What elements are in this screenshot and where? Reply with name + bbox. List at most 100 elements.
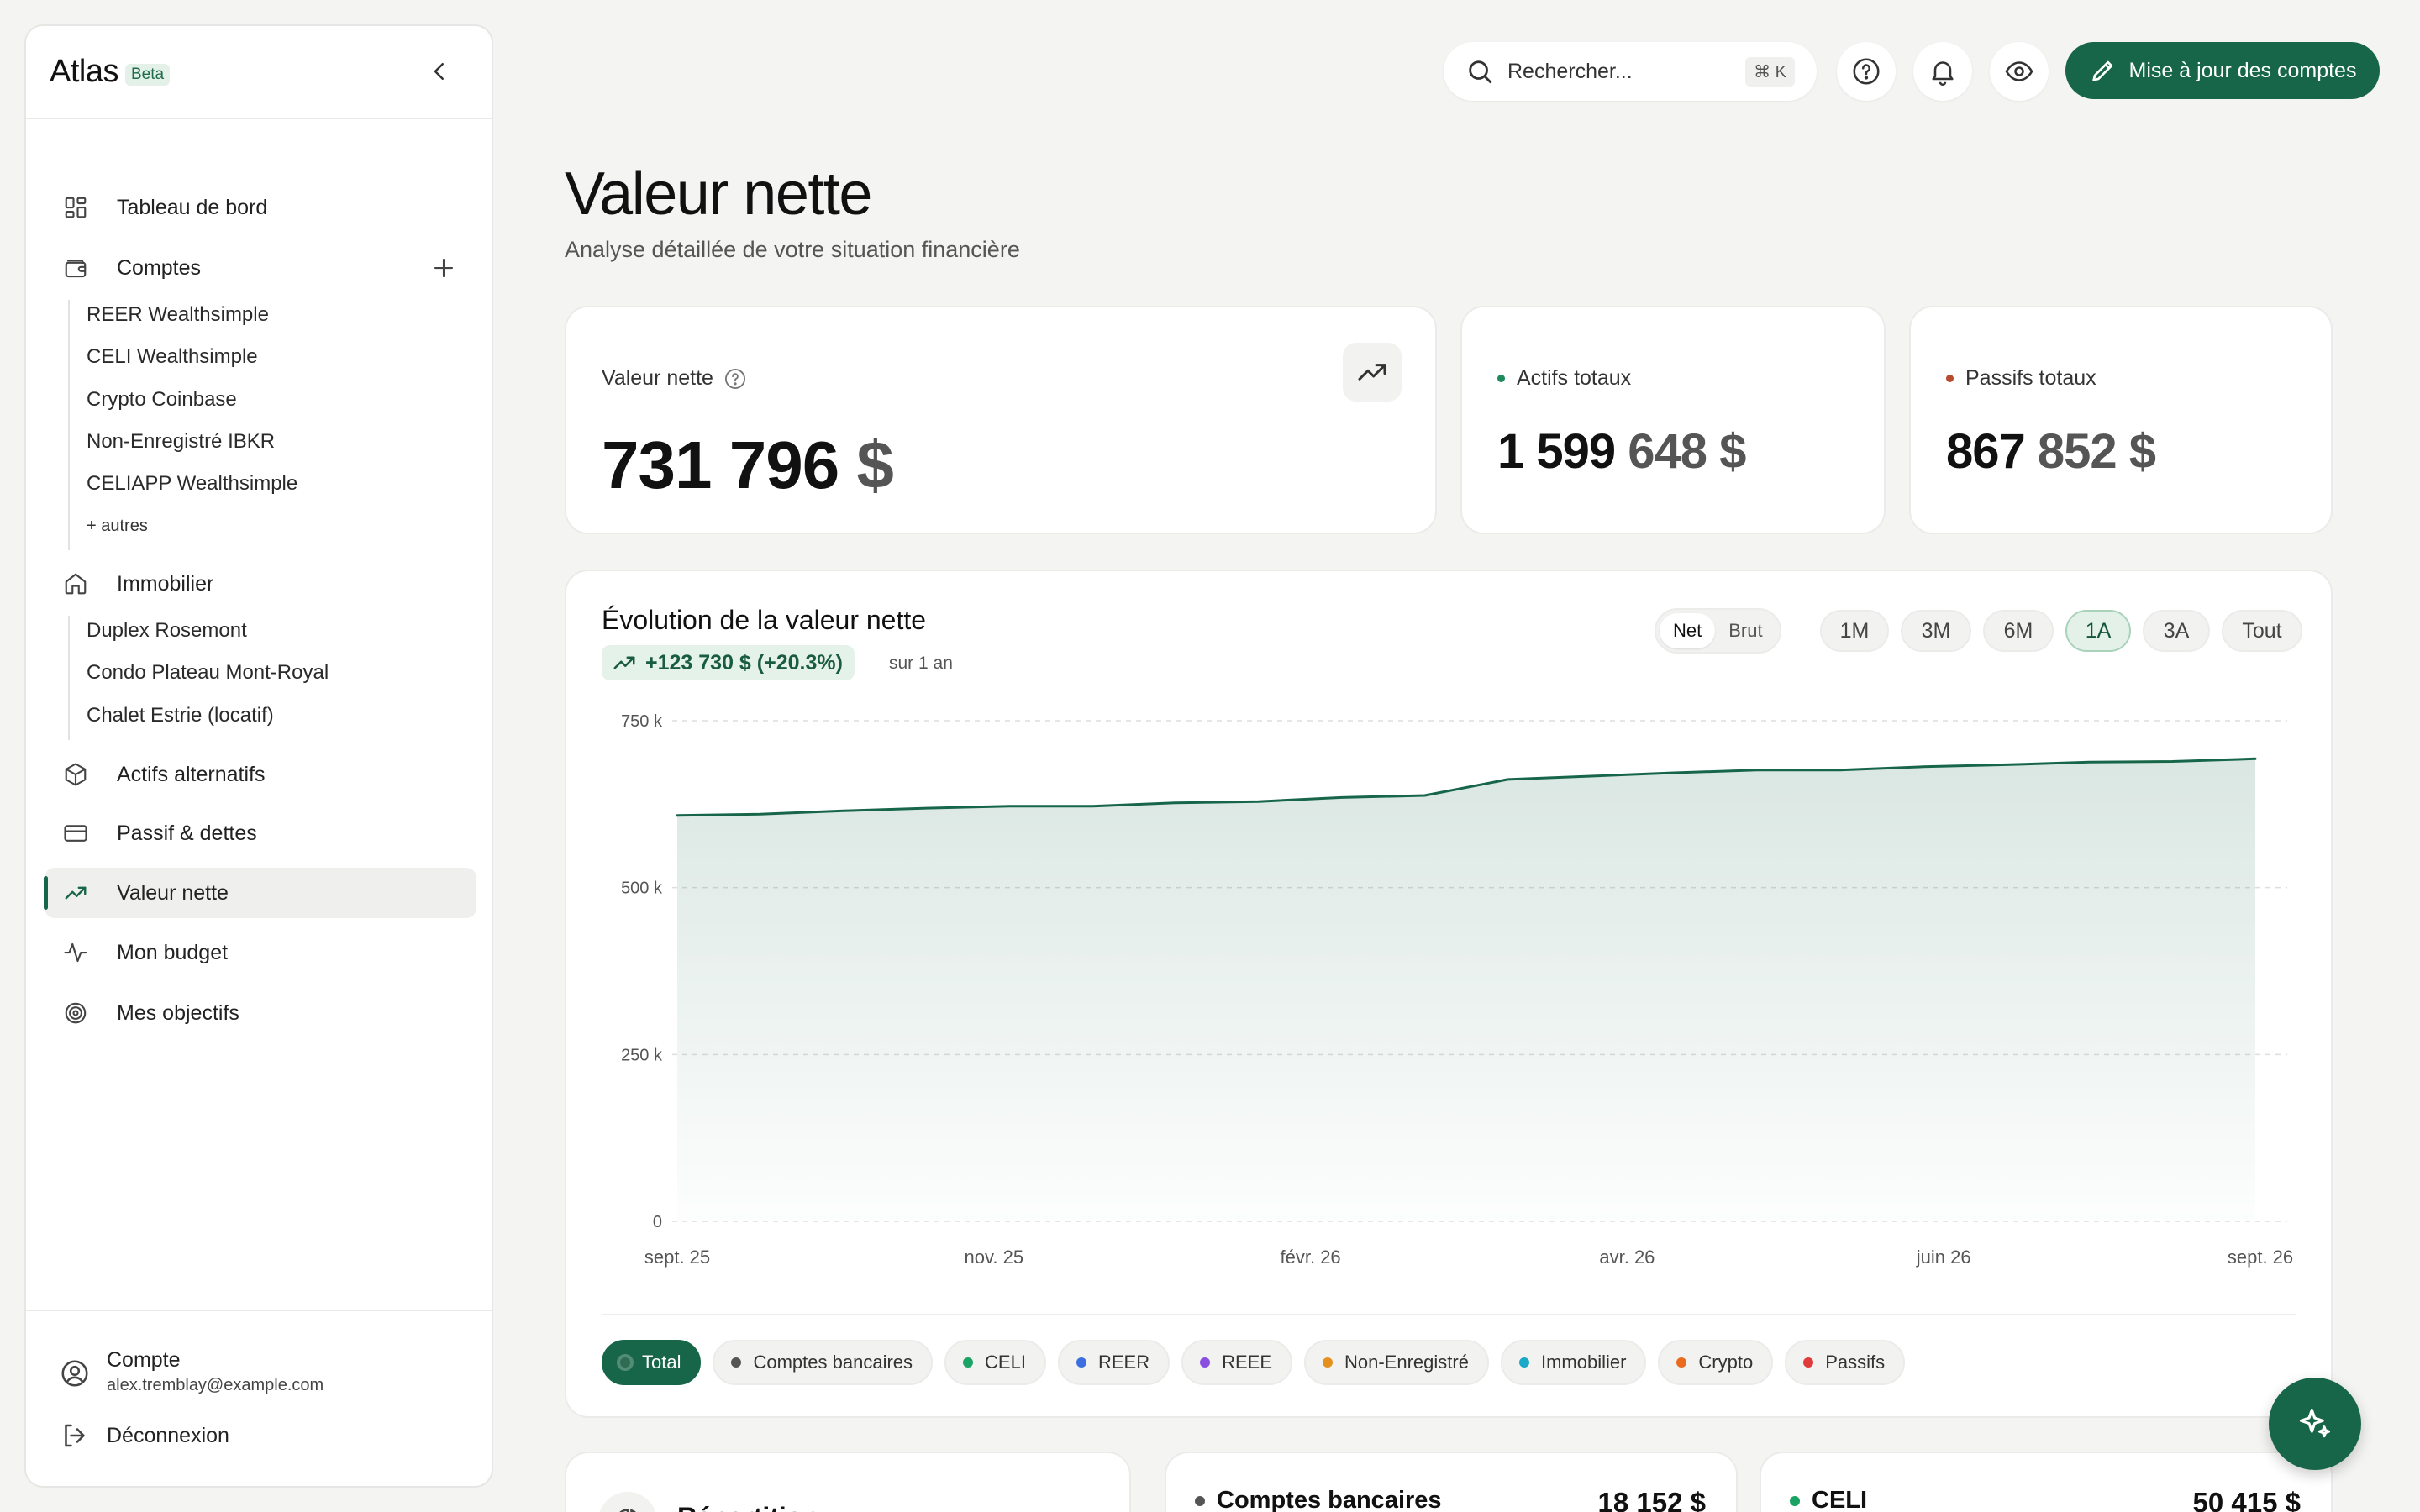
sidebar-more-accounts[interactable]: + autres [87, 517, 148, 536]
sidebar-item-liabilities[interactable]: Passif & dettes [45, 808, 476, 858]
sidebar-item-net-worth[interactable]: Valeur nette [44, 868, 476, 918]
legend-chip-reee[interactable]: REEE [1181, 1340, 1292, 1385]
legend-chip-non-registered[interactable]: Non-Enregistré [1304, 1340, 1489, 1385]
celi-title-row: CELI [1790, 1487, 1867, 1512]
bank-dot [1195, 1495, 1205, 1506]
x-tick-label: févr. 26 [1281, 1247, 1341, 1268]
sidebar-item-alternatives[interactable]: Actifs alternatifs [45, 749, 476, 800]
chart-divider [602, 1314, 2296, 1315]
sidebar-item-real-estate[interactable]: Immobilier [45, 559, 476, 609]
legend-chip-celi[interactable]: CELI [944, 1340, 1046, 1385]
sidebar-subitem-celi[interactable]: CELI Wealthsimple [87, 345, 258, 369]
legend-chip-crypto[interactable]: Crypto [1658, 1340, 1774, 1385]
y-tick-label: 0 [653, 1213, 662, 1231]
net-worth-label: Valeur nette [602, 366, 713, 390]
x-tick-label: sept. 26 [2228, 1247, 2293, 1268]
legend-dot [1803, 1357, 1814, 1368]
add-account-icon[interactable] [431, 255, 456, 281]
logout-button[interactable]: Déconnexion [60, 1420, 229, 1451]
sidebar-item-dashboard[interactable]: Tableau de bord [45, 182, 476, 233]
legend-label: Crypto [1698, 1352, 1754, 1373]
sidebar-item-label: Tableau de bord [117, 195, 268, 219]
total-assets-card: Actifs totaux 1 599 648 $ [1460, 306, 1886, 534]
box-icon [65, 763, 87, 786]
legend-chip-total[interactable]: Total [602, 1340, 702, 1385]
trending-up-icon [1358, 364, 1386, 381]
total-assets-label-row: Actifs totaux [1497, 366, 1631, 391]
logout-icon [65, 1424, 85, 1447]
legend-dot [1676, 1357, 1687, 1368]
ai-assistant-button[interactable] [2269, 1378, 2361, 1470]
legend-chip-liabilities[interactable]: Passifs [1785, 1340, 1906, 1385]
legend-label: Comptes bancaires [753, 1352, 913, 1373]
sidebar-item-label: Immobilier [117, 571, 214, 596]
legend-dot [963, 1357, 974, 1368]
celi-value: 50 415 $ [2192, 1487, 2301, 1512]
user-circle-icon [61, 1360, 88, 1387]
account-title: Compte [107, 1348, 181, 1372]
legend-label: Non-Enregistré [1344, 1352, 1469, 1373]
search-bar[interactable]: ⌘ K [1444, 42, 1817, 101]
sidebar-subitem-chalet[interactable]: Chalet Estrie (locatif) [87, 704, 274, 727]
legend-label: CELI [985, 1352, 1026, 1373]
update-accounts-label: Mise à jour des comptes [2128, 58, 2357, 82]
total-liabilities-card: Passifs totaux 867 852 $ [1909, 306, 2333, 534]
total-assets-value: 1 599 648 $ [1497, 423, 1746, 480]
breakdown-card: Répartition [565, 1452, 1131, 1512]
breakdown-icon-wrap [598, 1492, 657, 1512]
eye-icon [2005, 61, 2033, 81]
sidebar-subitem-celiapp[interactable]: CELIAPP Wealthsimple [87, 472, 297, 496]
target-icon [65, 1002, 87, 1024]
pie-chart-icon [619, 1509, 636, 1512]
net-worth-chart-card: Évolution de la valeur nette +123 730 $ … [565, 570, 2333, 1418]
sidebar-item-accounts[interactable]: Comptes [45, 243, 476, 293]
sidebar-item-label: Mes objectifs [117, 1000, 239, 1025]
help-circle-icon[interactable] [723, 367, 747, 391]
legend-label: Immobilier [1540, 1352, 1627, 1373]
page-subtitle: Analyse détaillée de votre situation fin… [565, 237, 1020, 262]
celi-dot [1790, 1495, 1800, 1506]
legend-chip-bank[interactable]: Comptes bancaires [713, 1340, 934, 1385]
privacy-toggle-button[interactable] [1990, 42, 2049, 101]
total-assets-label: Actifs totaux [1517, 366, 1632, 390]
brand-name: Atlas [50, 54, 118, 89]
sidebar-subitem-condo[interactable]: Condo Plateau Mont-Royal [87, 661, 329, 685]
sidebar-footer: Compte alex.tremblay@example.com Déconne… [26, 1310, 492, 1447]
net-worth-chart: 0 250 k 500 k 750 k sept. 25 nov. 25 févr. 26 a… [621, 712, 2293, 1268]
legend-chip-reer[interactable]: REER [1057, 1340, 1171, 1385]
search-input[interactable] [1507, 59, 1718, 84]
total-liabilities-label: Passifs totaux [1965, 366, 2096, 390]
chart-legend: Total Comptes bancaires CELI REER REEE N… [602, 1340, 1906, 1385]
sidebar-subitem-ibkr[interactable]: Non-Enregistré IBKR [87, 430, 275, 454]
legend-dot [1076, 1357, 1086, 1368]
accounts-subnav: REER Wealthsimple CELI Wealthsimple Cryp… [68, 300, 297, 550]
update-accounts-button[interactable]: Mise à jour des comptes [2065, 42, 2380, 99]
bank-accounts-card: Comptes bancaires 18 152 $ [1165, 1452, 1738, 1512]
x-tick-label: nov. 25 [965, 1247, 1024, 1268]
bank-accounts-value: 18 152 $ [1597, 1487, 1706, 1512]
real-estate-subnav: Duplex Rosemont Condo Plateau Mont-Royal… [68, 616, 329, 740]
wallet-icon [65, 260, 87, 278]
x-tick-label: avr. 26 [1599, 1247, 1655, 1268]
sidebar-subitem-crypto[interactable]: Crypto Coinbase [87, 388, 237, 412]
sidebar-subitem-reer[interactable]: REER Wealthsimple [87, 303, 269, 327]
total-liabilities-value: 867 852 $ [1946, 423, 2156, 480]
help-button[interactable] [1837, 42, 1896, 101]
legend-chip-real-estate[interactable]: Immobilier [1500, 1340, 1647, 1385]
celi-card: CELI 50 415 $ [1760, 1452, 2333, 1512]
chevron-left-icon [434, 63, 444, 80]
assets-dot [1497, 375, 1505, 382]
account-link[interactable]: Compte alex.tremblay@example.com [60, 1348, 324, 1395]
legend-label: REEE [1222, 1352, 1272, 1373]
x-tick-label: sept. 25 [644, 1247, 710, 1268]
collapse-sidebar-button[interactable] [423, 55, 456, 88]
sidebar-item-budget[interactable]: Mon budget [45, 927, 476, 978]
sparkles-icon [2299, 1408, 2331, 1438]
notifications-button[interactable] [1913, 42, 1972, 101]
total-assets-main: 1 599 [1497, 424, 1616, 479]
y-tick-label: 750 k [621, 712, 663, 731]
legend-dot [731, 1357, 742, 1368]
net-worth-value: 731 796 $ [602, 427, 894, 504]
sidebar-subitem-duplex[interactable]: Duplex Rosemont [87, 619, 247, 643]
sidebar-item-goals[interactable]: Mes objectifs [45, 988, 476, 1038]
